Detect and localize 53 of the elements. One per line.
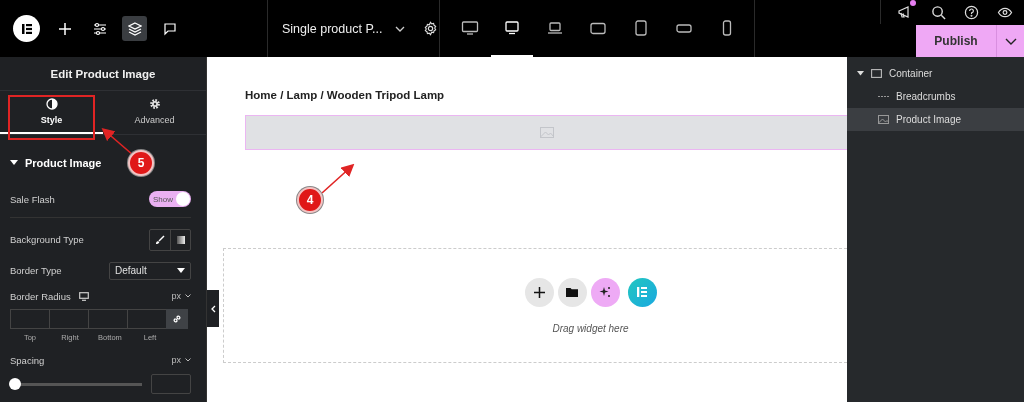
dimension-field[interactable] xyxy=(88,309,128,329)
control-label: Sale Flash xyxy=(10,193,55,205)
panel-title: Edit Product Image xyxy=(0,57,206,91)
image-icon xyxy=(878,115,889,124)
container-icon xyxy=(871,69,882,78)
arrow xyxy=(321,163,355,194)
link-icon[interactable] xyxy=(166,309,188,329)
control-label: Background Type xyxy=(10,234,84,245)
chevron-down-icon xyxy=(185,294,191,298)
dimension-field[interactable] xyxy=(127,309,167,329)
navigator-item[interactable]: Breadcrumbs xyxy=(847,85,1024,108)
search-icon[interactable] xyxy=(931,4,946,20)
section-header[interactable]: Product Image xyxy=(0,135,112,181)
document-title[interactable]: Single product P... xyxy=(282,21,383,36)
navigator-item[interactable]: Product Image xyxy=(847,108,1024,131)
drop-hint: Drag widget here xyxy=(552,322,629,334)
control-label: Border Radius xyxy=(10,290,71,302)
chevron-down-icon[interactable] xyxy=(394,25,405,32)
step-number: 5 xyxy=(128,150,154,176)
dimension-field[interactable] xyxy=(10,309,50,329)
monitor-icon[interactable] xyxy=(78,291,89,301)
step-number: 4 xyxy=(297,187,323,213)
chevron-down-icon xyxy=(185,358,191,362)
caret-icon xyxy=(857,71,864,76)
breadcrumb: Home / Lamp / Wooden Tripod Lamp xyxy=(245,89,446,101)
help-icon[interactable] xyxy=(964,4,979,20)
control-label: Border Type xyxy=(10,265,62,276)
layers-icon[interactable] xyxy=(122,16,147,41)
style-tab[interactable]: Style xyxy=(0,91,103,134)
image-icon xyxy=(539,127,554,138)
publish-button[interactable]: Publish xyxy=(916,25,996,57)
add-icon[interactable] xyxy=(524,277,554,307)
toggle-switch[interactable]: Show xyxy=(149,191,191,207)
collapse-panel-button[interactable] xyxy=(207,290,219,327)
unit-selector[interactable]: px xyxy=(171,291,191,301)
arrow xyxy=(101,127,134,156)
folder-icon[interactable] xyxy=(557,277,587,307)
contrast-icon xyxy=(45,98,58,110)
settings-icon[interactable] xyxy=(422,21,438,36)
dimension-field[interactable] xyxy=(49,309,89,329)
number-field[interactable] xyxy=(151,374,191,394)
caret-icon xyxy=(177,268,185,273)
chevron-down-icon xyxy=(1004,37,1017,45)
control-label: Spacing xyxy=(10,354,45,366)
chevron-left-icon xyxy=(210,304,216,313)
sparkle-icon[interactable] xyxy=(590,277,620,307)
gear-icon xyxy=(148,98,161,110)
unit-selector[interactable]: px xyxy=(171,355,191,365)
navigator-item[interactable]: Container xyxy=(847,62,1024,85)
slider-thumb[interactable] xyxy=(9,378,21,390)
caret-icon xyxy=(10,160,18,166)
advanced-tab[interactable]: Advanced xyxy=(103,91,206,134)
border-type-select[interactable]: Default xyxy=(109,261,191,280)
